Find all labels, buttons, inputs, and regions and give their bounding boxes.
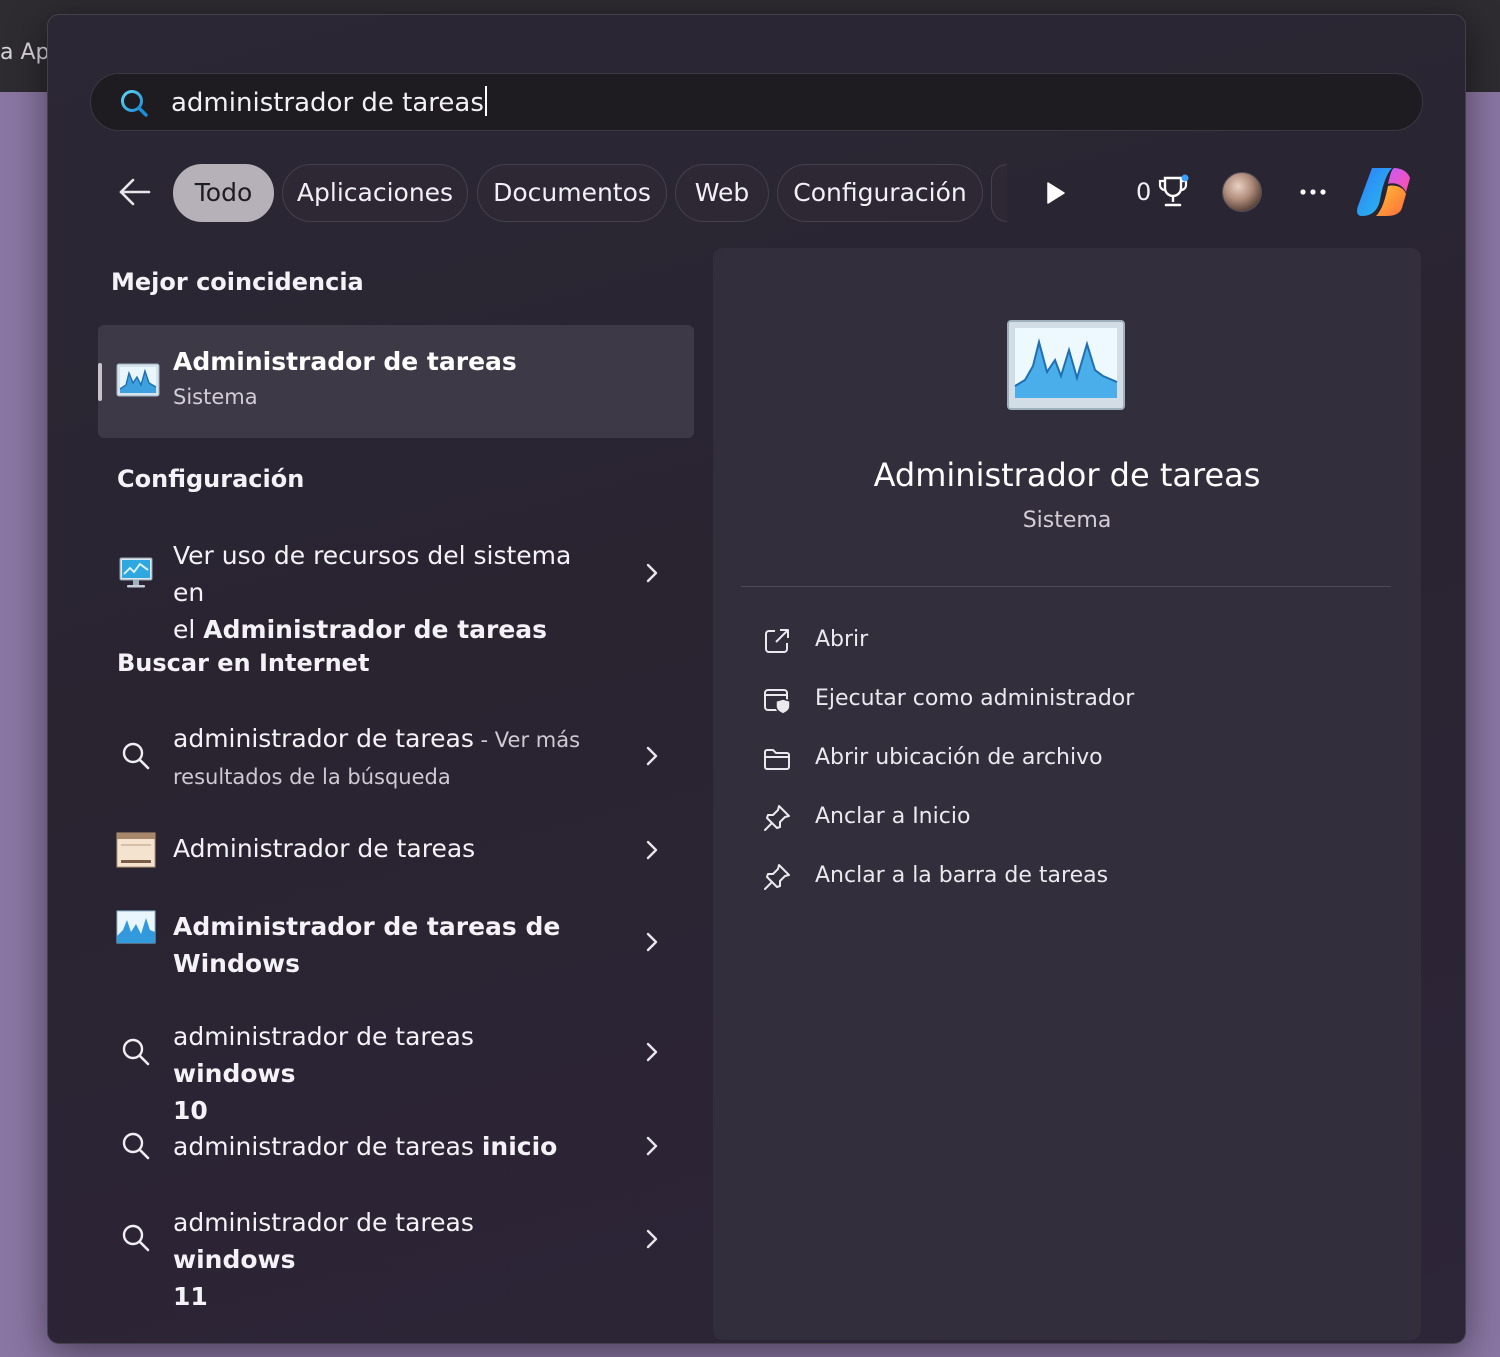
web-result-line1: Administrador de tareas de [173, 912, 561, 941]
tab-overflow-partial[interactable] [991, 164, 1007, 222]
search-box[interactable]: administrador de tareas [90, 73, 1423, 131]
section-title-web: Buscar en Internet [117, 649, 370, 677]
tab-documentos[interactable]: Documentos [477, 164, 667, 222]
best-match-title: Administrador de tareas [173, 347, 517, 376]
folder-icon [764, 749, 790, 770]
task-manager-icon [116, 910, 156, 944]
chevron-right-icon [646, 746, 658, 766]
task-manager-icon [116, 363, 160, 397]
pin-icon [764, 805, 790, 831]
action-label: Ejecutar como administrador [815, 686, 1135, 711]
selection-indicator [98, 363, 102, 401]
chevron-right-icon [646, 563, 658, 583]
rewards-count[interactable]: 0 [1136, 178, 1151, 206]
settings-result-line1: Ver uso de recursos del sistema en [173, 541, 572, 607]
trophy-icon[interactable] [1156, 174, 1190, 210]
action-anclar-inicio[interactable]: Anclar a Inicio [761, 798, 1361, 838]
open-external-icon [765, 629, 789, 653]
tab-web[interactable]: Web [675, 164, 769, 222]
settings-result-line2-bold: Administrador de tareas [203, 615, 548, 644]
best-match-item[interactable]: Administrador de tareas Sistema [98, 325, 694, 438]
web-result[interactable]: administrador de tareas windows 11 [98, 1202, 694, 1311]
section-title-best-match: Mejor coincidencia [111, 268, 364, 296]
user-avatar[interactable] [1222, 172, 1262, 212]
web-result[interactable]: administrador de tareas inicio [98, 1118, 694, 1178]
web-result-text: administrador de tareas windows 10 [173, 1018, 593, 1129]
web-result[interactable]: administrador de tareas - Ver más result… [98, 718, 694, 798]
web-result-query: administrador de tareas [173, 1132, 482, 1161]
tab-aplicaciones[interactable]: Aplicaciones [282, 164, 468, 222]
search-input[interactable]: administrador de tareas [171, 86, 487, 118]
search-icon [122, 1224, 150, 1252]
action-abrir[interactable]: Abrir [761, 621, 1361, 661]
tab-configuracion[interactable]: Configuración [777, 164, 983, 222]
web-result-line2: 11 [173, 1282, 208, 1311]
chevron-right-icon [646, 1136, 658, 1156]
search-query: administrador de tareas [171, 88, 484, 118]
more-options-icon[interactable] [1296, 180, 1330, 204]
pin-icon [764, 864, 790, 890]
search-icon [122, 1038, 150, 1066]
web-result-text: administrador de tareas windows 11 [173, 1204, 593, 1315]
web-result-line2: resultados de la búsqueda [173, 765, 451, 789]
action-label: Abrir ubicación de archivo [815, 745, 1103, 770]
text-caret [484, 86, 487, 116]
web-result-bold: inicio [481, 1132, 558, 1161]
chevron-right-icon [646, 932, 658, 952]
web-result-query: administrador de tareas [173, 1208, 474, 1237]
run-as-admin-icon [764, 689, 791, 715]
web-result-text: Administrador de tareas de Windows [173, 908, 593, 982]
web-result[interactable]: Administrador de tareas [98, 820, 694, 880]
action-abrir-ubicacion[interactable]: Abrir ubicación de archivo [761, 739, 1361, 779]
action-anclar-barra[interactable]: Anclar a la barra de tareas [761, 857, 1361, 897]
chevron-right-icon [646, 1042, 658, 1062]
web-result-text: administrador de tareas inicio [173, 1128, 593, 1165]
search-icon [122, 1132, 150, 1160]
web-result-bold: windows [173, 1059, 296, 1088]
web-result-suffix: - Ver más [473, 728, 581, 752]
settings-result[interactable]: Ver uso de recursos del sistema en el Ad… [98, 535, 694, 644]
back-arrow-icon[interactable] [113, 172, 155, 212]
web-result-text: administrador de tareas - Ver más result… [173, 720, 593, 796]
web-result-text: Administrador de tareas [173, 834, 476, 863]
background-window-title: a Ap [0, 40, 50, 65]
preview-pane: Administrador de tareas Sistema Abrir Ej… [713, 248, 1421, 1340]
web-result-query: administrador de tareas [173, 724, 474, 753]
webpage-thumbnail-icon [116, 832, 156, 868]
web-result[interactable]: administrador de tareas windows 10 [98, 1016, 694, 1125]
chevron-right-icon [646, 840, 658, 860]
chevron-right-icon [646, 1229, 658, 1249]
section-title-settings: Configuración [117, 465, 305, 493]
search-icon [121, 90, 148, 117]
preview-subtitle: Sistema [1022, 508, 1112, 533]
copilot-icon[interactable] [1354, 164, 1414, 220]
scroll-tabs-play-icon[interactable] [1040, 178, 1070, 208]
action-label: Abrir [815, 627, 869, 652]
system-monitor-icon [119, 557, 153, 588]
action-label: Anclar a la barra de tareas [815, 863, 1109, 888]
web-result-query: administrador de tareas [173, 1022, 474, 1051]
action-label: Anclar a Inicio [815, 804, 971, 829]
tab-todo[interactable]: Todo [173, 164, 274, 222]
divider [741, 586, 1391, 587]
best-match-subtitle: Sistema [173, 385, 258, 409]
task-manager-large-icon [1007, 320, 1125, 410]
web-result[interactable]: Administrador de tareas de Windows [98, 906, 694, 986]
action-ejecutar-admin[interactable]: Ejecutar como administrador [761, 680, 1361, 720]
web-result-bold: windows [173, 1245, 296, 1274]
preview-title: Administrador de tareas [873, 456, 1261, 494]
settings-result-line2-prefix: el [173, 615, 204, 644]
search-icon [122, 742, 150, 770]
settings-result-text: Ver uso de recursos del sistema en el Ad… [173, 537, 593, 648]
web-result-line2: Windows [173, 949, 300, 978]
